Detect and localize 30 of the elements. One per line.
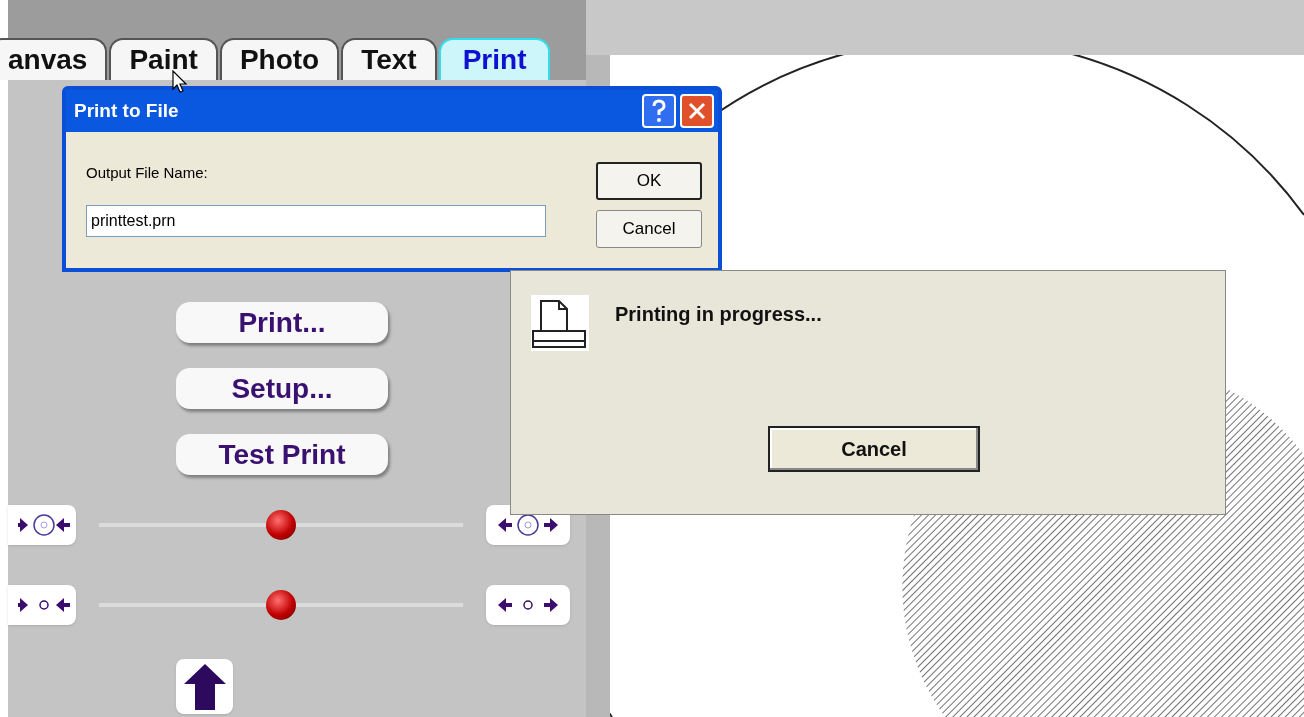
dialog-title: Print to File	[74, 98, 179, 123]
help-button[interactable]	[642, 94, 676, 128]
dialog-button[interactable]: OK	[596, 162, 702, 200]
up-arrow-icon	[183, 663, 226, 710]
tab[interactable]: Text	[341, 38, 437, 80]
shrink-button[interactable]	[8, 585, 76, 625]
tab[interactable]: Paint	[109, 38, 218, 80]
action-button[interactable]: Print...	[176, 302, 388, 343]
tab[interactable]: anvas	[0, 38, 108, 80]
mouse-pointer-icon	[172, 70, 188, 94]
shrink-arrows-icon	[18, 513, 72, 537]
field-label: Output File Name:	[86, 163, 209, 183]
slider-thumb[interactable]	[266, 590, 296, 620]
printer-icon	[531, 295, 589, 351]
action-button[interactable]: Setup...	[176, 368, 388, 409]
cancel-button[interactable]: Cancel	[768, 426, 980, 472]
progress-message: Printing in progress...	[615, 302, 822, 327]
help-icon	[651, 99, 667, 123]
tab[interactable]: Photo	[219, 38, 340, 80]
expand-button[interactable]	[486, 585, 570, 625]
action-button[interactable]: Test Print	[176, 434, 388, 475]
close-button[interactable]	[680, 94, 714, 128]
expand-arrows-icon	[496, 513, 560, 537]
slider-thumb[interactable]	[266, 510, 296, 540]
tab[interactable]: Print	[438, 38, 551, 80]
close-icon	[687, 101, 707, 121]
shrink-button[interactable]	[8, 505, 76, 545]
file-name-field[interactable]: printtest.prn	[86, 204, 546, 237]
up-arrow-button[interactable]	[176, 659, 233, 714]
dialog-button[interactable]: Cancel	[596, 210, 702, 248]
